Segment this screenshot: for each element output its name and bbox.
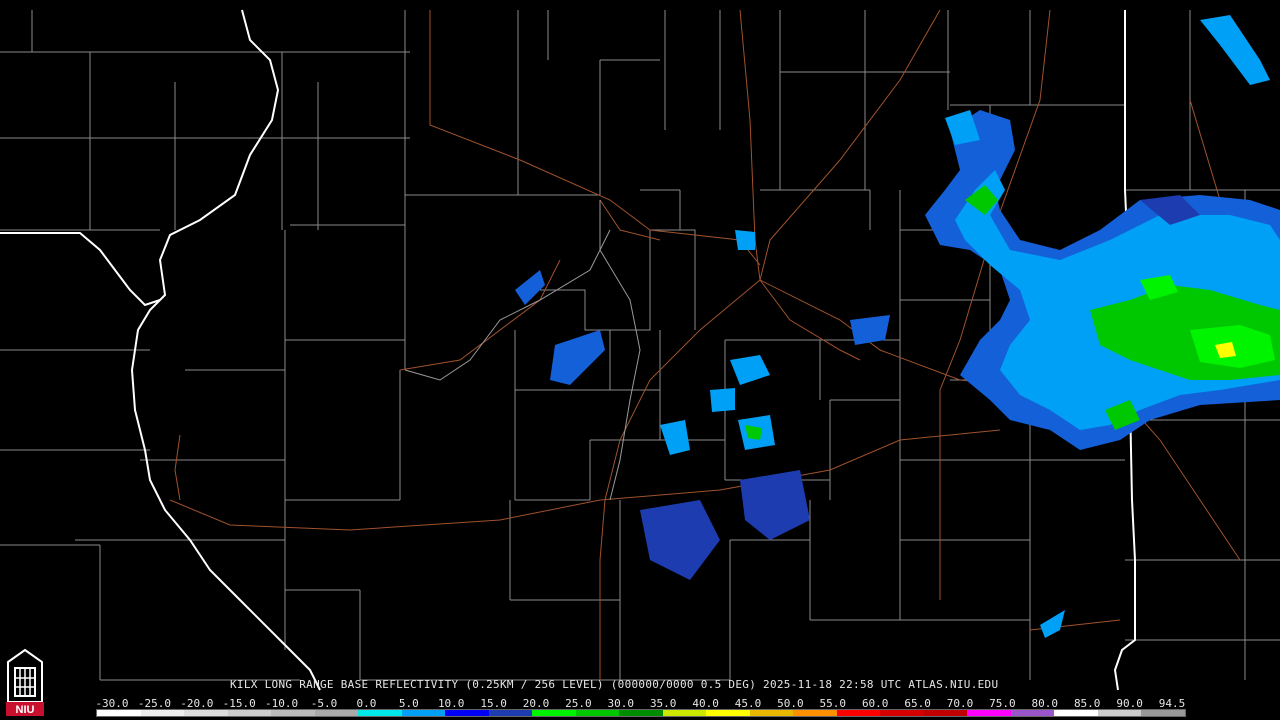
color-bar-segment: [749, 710, 794, 716]
color-bar-segment: [967, 710, 1011, 716]
color-bar-segment: [488, 710, 533, 716]
color-bar-segment: [140, 710, 185, 716]
color-bar-segment: [662, 710, 707, 716]
color-bar-segment: [1010, 710, 1055, 716]
color-bar-segment: [314, 710, 359, 716]
color-bar-segment: [836, 710, 881, 716]
color-bar-segment: [1141, 710, 1185, 716]
color-bar-segment: [706, 710, 750, 716]
color-bar-segment: [532, 710, 576, 716]
color-bar-segment: [1054, 710, 1098, 716]
reflectivity-color-bar: [96, 709, 1186, 717]
color-bar-segment: [97, 710, 141, 716]
color-bar-segment: [358, 710, 402, 716]
reflectivity-scale-labels: -30.0 -25.0 -20.0 -15.0 -10.0 -5.0 0.0 5.0 10.0 1…: [92, 697, 1192, 710]
niu-logo-text: NIU: [16, 704, 35, 716]
color-bar-segment: [445, 710, 489, 716]
color-bar-segment: [184, 710, 228, 716]
color-bar-segment: [1097, 710, 1142, 716]
color-bar-segment: [923, 710, 968, 716]
color-bar-segment: [575, 710, 620, 716]
radar-map: [0, 0, 1280, 720]
niu-logo-icon: NIU: [4, 648, 46, 716]
color-bar-segment: [619, 710, 663, 716]
color-bar-segment: [227, 710, 272, 716]
color-bar-segment: [271, 710, 315, 716]
color-bar-segment: [401, 710, 446, 716]
color-bar-segment: [793, 710, 837, 716]
color-bar-segment: [880, 710, 924, 716]
product-caption: KILX LONG RANGE BASE REFLECTIVITY (0.25K…: [230, 678, 999, 691]
